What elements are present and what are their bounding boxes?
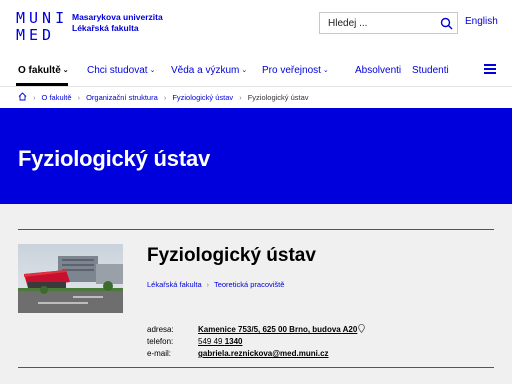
chevron-down-icon: ⌄ — [241, 67, 248, 74]
nav-item-veda-a-vyzkum[interactable]: Věda a výzkum ⌄ — [171, 65, 247, 76]
address-link[interactable]: Kamenice 753/5, 625 00 Brno, budova A20 — [198, 324, 366, 336]
card-divider-bottom — [18, 367, 494, 368]
email-label: e-mail: — [147, 349, 172, 358]
breadcrumb: › O fakultě › Organizační struktura › Fy… — [18, 92, 309, 104]
nav-label: O fakultě — [18, 65, 61, 76]
breadcrumb-separator: › — [33, 95, 36, 102]
nav-item-pro-verejnost[interactable]: Pro veřejnost ⌄ — [262, 65, 329, 76]
chevron-down-icon: ⌄ — [149, 67, 156, 74]
search-input[interactable] — [320, 13, 438, 33]
muni-med-logo[interactable]: MUNI MED — [16, 10, 64, 50]
nav-item-absolventi[interactable]: Absolventi — [355, 65, 401, 76]
phone-label: telefon: — [147, 337, 174, 346]
nav-item-chci-studovat[interactable]: Chci studovat ⌄ — [87, 65, 155, 76]
email-link[interactable]: gabriela.reznickova@med.muni.cz — [198, 348, 329, 360]
address-label: adresa: — [147, 325, 174, 334]
nav-item-o-fakulte[interactable]: O fakultě ⌄ — [18, 65, 69, 76]
nav-item-studenti[interactable]: Studenti — [412, 65, 449, 76]
chevron-down-icon: ⌄ — [62, 67, 69, 74]
breadcrumb-separator: › — [239, 95, 242, 102]
address-text: Kamenice 753/5, 625 00 Brno, budova A20 — [198, 325, 358, 334]
logo-line-2: MED — [16, 26, 56, 44]
home-icon[interactable] — [18, 92, 27, 101]
tag-category[interactable]: Teoretická pracoviště — [214, 280, 284, 289]
breadcrumb-item[interactable]: Fyziologický ústav — [172, 93, 233, 102]
nav-divider — [0, 86, 512, 87]
search-icon[interactable] — [440, 17, 453, 30]
building-photo — [18, 244, 123, 313]
brand-university: Masarykova univerzita — [72, 12, 163, 22]
department-tags: Lékařská fakulta › Teoretická pracoviště — [147, 280, 284, 289]
hamburger-menu-icon[interactable] — [484, 64, 496, 74]
nav-label: Chci studovat — [87, 65, 148, 76]
hero-banner: Fyziologický ústav — [0, 108, 512, 204]
department-title: Fyziologický ústav — [147, 245, 316, 266]
page-title: Fyziologický ústav — [18, 146, 211, 171]
nav-label: Absolventi — [355, 65, 402, 76]
phone-link[interactable]: 549 49 1340 — [198, 336, 243, 348]
logo-line-1: MUNI — [16, 9, 69, 27]
breadcrumb-item[interactable]: O fakultě — [42, 93, 72, 102]
map-pin-icon — [358, 324, 366, 334]
phone-extension: 1340 — [224, 337, 243, 346]
chevron-down-icon: ⌄ — [322, 67, 329, 74]
brand-name[interactable]: Masarykova univerzita Lékařská fakulta — [72, 12, 163, 34]
tag-separator: › — [206, 282, 209, 289]
breadcrumb-separator: › — [77, 95, 80, 102]
tag-faculty[interactable]: Lékařská fakulta — [147, 280, 202, 289]
site-header: MUNI MED Masarykova univerzita Lékařská … — [0, 0, 512, 56]
breadcrumb-current: Fyziologický ústav — [247, 93, 309, 102]
nav-label: Věda a výzkum — [171, 65, 240, 76]
search-box — [319, 12, 458, 34]
content-area: Fyziologický ústav Lékařská fakulta › Teor… — [0, 204, 512, 384]
main-navigation: O fakultě ⌄ Chci studovat ⌄ Věda a výzkum ⌄… — [0, 56, 512, 86]
language-switch-link[interactable]: English — [465, 16, 498, 27]
nav-label: Pro veřejnost — [262, 65, 321, 76]
phone-prefix: 549 49 — [198, 337, 223, 346]
nav-label: Studenti — [412, 65, 449, 76]
breadcrumb-item[interactable]: Organizační struktura — [86, 93, 158, 102]
card-divider-top — [18, 229, 494, 230]
breadcrumb-separator: › — [163, 95, 167, 102]
brand-faculty: Lékařská fakulta — [72, 23, 139, 33]
